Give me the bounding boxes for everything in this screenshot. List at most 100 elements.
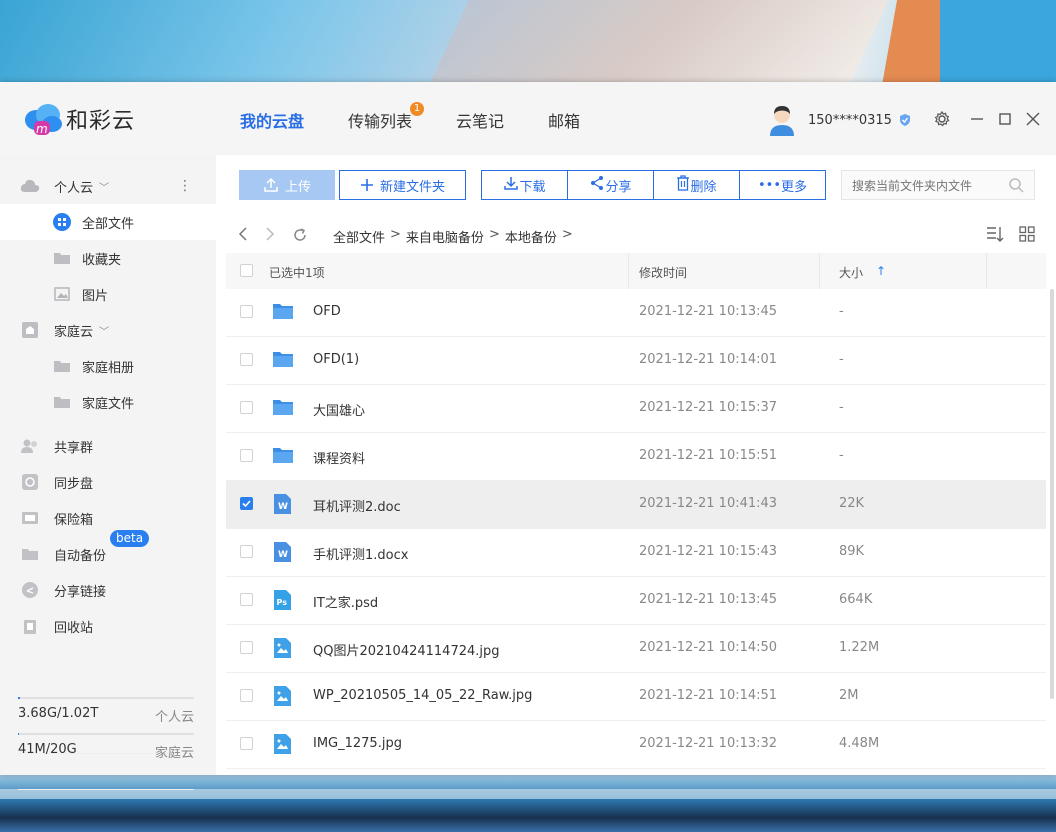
sort-ascending-icon[interactable]: ↑: [876, 264, 886, 278]
file-size: 22K: [839, 496, 865, 511]
column-divider[interactable]: [628, 253, 629, 289]
table-row[interactable]: Ps IT之家.psd 2021-12-21 10:13:45 664K: [226, 577, 1046, 625]
sidebar-item-all-files[interactable]: 全部文件: [0, 204, 216, 240]
file-name[interactable]: 大国雄心: [313, 400, 365, 419]
sidebar-item-shared-group[interactable]: 共享群: [0, 428, 216, 464]
share-label: 分享: [605, 179, 632, 195]
upload-icon: [263, 177, 279, 193]
table-row[interactable]: W 耳机评测2.doc 2021-12-21 10:41:43 22K: [226, 481, 1046, 529]
settings-gear-icon[interactable]: [933, 110, 951, 128]
row-checkbox[interactable]: [240, 353, 253, 366]
search-icon[interactable]: [1008, 177, 1024, 193]
sidebar-item-recycle-bin[interactable]: 回收站: [0, 608, 216, 644]
file-name[interactable]: IT之家.psd: [313, 592, 378, 611]
file-name[interactable]: QQ图片20210424114724.jpg: [313, 640, 500, 659]
column-divider[interactable]: [819, 253, 820, 289]
minimize-icon[interactable]: [968, 110, 986, 128]
search-box[interactable]: [841, 170, 1035, 201]
sidebar-item-family-album[interactable]: 家庭相册: [0, 348, 216, 384]
table-row[interactable]: QQ图片20210424114724.jpg 2021-12-21 10:14:…: [226, 625, 1046, 673]
row-checkbox[interactable]: [240, 497, 253, 510]
svg-text:W: W: [278, 502, 288, 512]
delete-button[interactable]: 删除: [654, 171, 740, 199]
grid-view-icon[interactable]: [1018, 225, 1036, 243]
table-row[interactable]: WP_20210505_14_05_22_Raw.jpg 2021-12-21 …: [226, 673, 1046, 721]
user-info[interactable]: 150****0315: [768, 104, 912, 136]
image-file-icon: [272, 685, 294, 707]
download-icon: [503, 175, 519, 195]
sidebar-item-sync-disk[interactable]: 同步盘: [0, 464, 216, 500]
file-name[interactable]: WP_20210505_14_05_22_Raw.jpg: [313, 688, 532, 703]
row-checkbox[interactable]: [240, 305, 253, 318]
row-checkbox[interactable]: [240, 401, 253, 414]
upload-button[interactable]: 上传: [239, 170, 335, 200]
avatar[interactable]: [768, 104, 796, 136]
table-row[interactable]: IMG_1275.jpg 2021-12-21 10:13:32 4.48M: [226, 721, 1046, 769]
column-divider[interactable]: [986, 253, 987, 289]
verified-icon: [899, 114, 910, 126]
new-folder-button[interactable]: 新建文件夹: [339, 170, 466, 200]
main-panel: 上传 新建文件夹 下载 分享 删除 ••• 更多 搜索当前文件夹内文件 全部文件…: [216, 155, 1056, 775]
more-button[interactable]: ••• 更多: [740, 171, 825, 199]
sort-icon[interactable]: [986, 225, 1004, 243]
refresh-icon[interactable]: [292, 227, 308, 243]
sidebar-item-personal-cloud[interactable]: 个人云 ﹀ ⋮: [0, 168, 216, 204]
row-checkbox[interactable]: [240, 593, 253, 606]
nav-cloud-notes[interactable]: 云笔记: [456, 108, 504, 132]
chevron-down-icon: ﹀: [99, 326, 110, 338]
app-window: m 和彩云 我的云盘 传输列表 1 云笔记 邮箱 150****0315 个人云…: [0, 82, 1056, 790]
table-row[interactable]: W 手机评测1.docx 2021-12-21 10:15:43 89K: [226, 529, 1046, 577]
column-header-modified-time[interactable]: 修改时间: [639, 264, 687, 281]
file-modified-time: 2021-12-21 10:14:01: [639, 352, 778, 367]
sidebar-label: 分享链接: [54, 584, 107, 600]
group-icon: [20, 436, 40, 456]
table-row[interactable]: OFD(1) 2021-12-21 10:14:01 -: [226, 337, 1046, 385]
sidebar-item-safe-box[interactable]: 保险箱: [0, 500, 216, 536]
row-checkbox[interactable]: [240, 545, 253, 558]
table-row[interactable]: OFD 2021-12-21 10:13:45 -: [226, 289, 1046, 337]
nav-transfer-list[interactable]: 传输列表 1: [348, 102, 425, 132]
sidebar-item-favorites[interactable]: 收藏夹: [0, 240, 216, 276]
file-name[interactable]: 课程资料: [313, 448, 365, 467]
download-label: 下载: [519, 179, 546, 195]
search-input[interactable]: [842, 171, 1014, 201]
column-header-size[interactable]: 大小: [839, 264, 863, 281]
row-checkbox[interactable]: [240, 689, 253, 702]
scrollbar[interactable]: [1050, 289, 1054, 699]
delete-label: 删除: [690, 179, 717, 195]
share-button[interactable]: 分享: [568, 171, 654, 199]
breadcrumb-item[interactable]: 来自电脑备份: [406, 227, 484, 246]
maximize-icon[interactable]: [996, 110, 1014, 128]
more-vertical-icon[interactable]: ⋮: [178, 178, 192, 194]
user-phone: 150****0315: [808, 112, 892, 128]
sidebar-label: 保险箱: [54, 512, 94, 528]
download-button[interactable]: 下载: [482, 171, 568, 199]
table-row[interactable]: 大国雄心 2021-12-21 10:15:37 -: [226, 385, 1046, 433]
nav-my-cloud[interactable]: 我的云盘: [240, 108, 304, 132]
file-size: -: [839, 448, 844, 463]
folder-icon: [52, 392, 72, 412]
sidebar-item-auto-backup[interactable]: 自动备份 beta: [0, 530, 216, 572]
file-name[interactable]: OFD(1): [313, 352, 359, 367]
sidebar-item-family-files[interactable]: 家庭文件: [0, 384, 216, 420]
table-row[interactable]: 课程资料 2021-12-21 10:15:51 -: [226, 433, 1046, 481]
share-link-icon: [20, 580, 40, 600]
close-icon[interactable]: [1024, 110, 1042, 128]
file-name[interactable]: IMG_1275.jpg: [313, 736, 402, 751]
file-name[interactable]: 耳机评测2.doc: [313, 496, 401, 515]
sidebar-item-share-links[interactable]: 分享链接: [0, 572, 216, 608]
breadcrumb-item[interactable]: 全部文件: [333, 227, 385, 246]
select-all-checkbox[interactable]: [240, 264, 253, 277]
sidebar-item-photos[interactable]: 图片: [0, 276, 216, 312]
sidebar-label: 个人云: [54, 180, 94, 196]
back-arrow-icon[interactable]: [237, 227, 249, 241]
row-checkbox[interactable]: [240, 449, 253, 462]
nav-mailbox[interactable]: 邮箱: [548, 108, 580, 132]
row-checkbox[interactable]: [240, 641, 253, 654]
file-name[interactable]: OFD: [313, 304, 341, 319]
breadcrumb-item[interactable]: 本地备份: [505, 227, 557, 246]
forward-arrow-icon[interactable]: [264, 227, 276, 241]
sidebar-item-family-cloud[interactable]: 家庭云 ﹀: [0, 312, 216, 348]
row-checkbox[interactable]: [240, 737, 253, 750]
file-name[interactable]: 手机评测1.docx: [313, 544, 408, 563]
